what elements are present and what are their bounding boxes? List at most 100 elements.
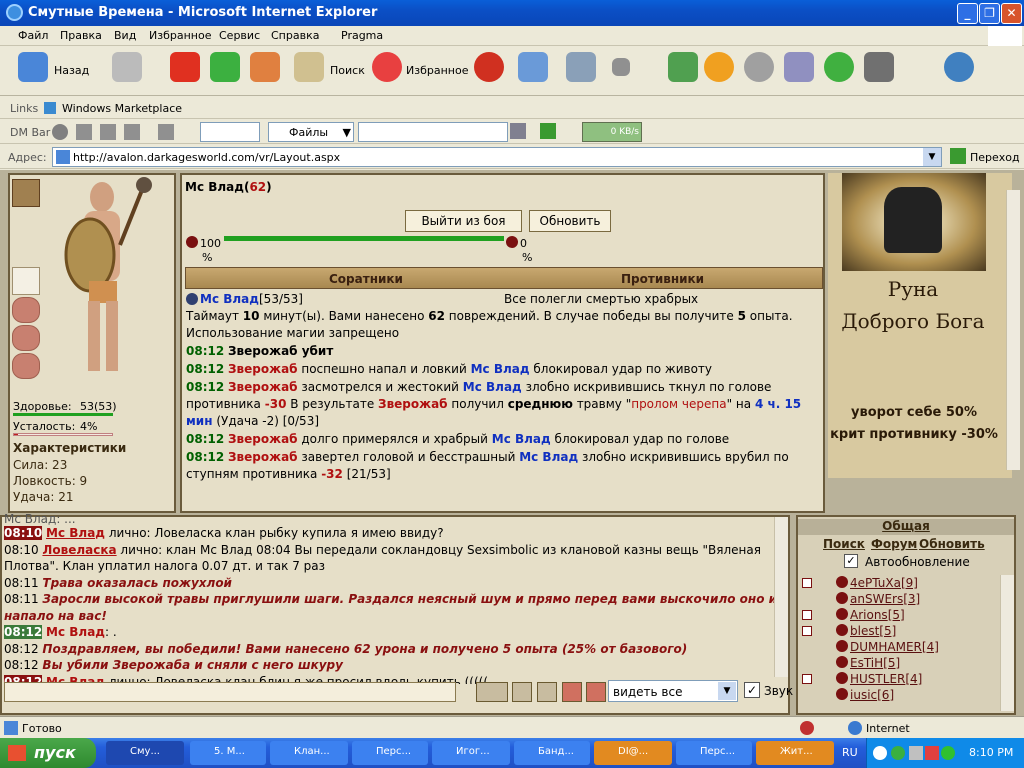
user-name[interactable]: iusic[6] xyxy=(850,688,894,701)
user-name[interactable]: HUSTLER[4] xyxy=(850,672,922,686)
refresh-battle-button[interactable]: Обновить xyxy=(529,210,611,232)
history-button[interactable] xyxy=(474,52,504,88)
chat-author[interactable]: Мс Влад xyxy=(46,526,105,540)
item-slot-3-icon[interactable] xyxy=(12,353,40,379)
maximize-button[interactable]: ❐ xyxy=(979,3,1000,24)
chat-filter-select[interactable]: видеть все ▼ xyxy=(608,680,738,702)
user-name[interactable]: 4ePTuXa[9] xyxy=(850,576,918,590)
user-checkbox[interactable] xyxy=(802,610,812,620)
clan-emblem-icon[interactable] xyxy=(12,179,40,207)
window-icon[interactable] xyxy=(100,124,116,140)
shield-button[interactable] xyxy=(744,52,774,88)
task-item-1[interactable]: Сму... xyxy=(106,741,184,765)
go-arrow-icon[interactable] xyxy=(950,148,966,164)
online-scrollbar[interactable] xyxy=(1000,575,1014,711)
connect-status-box[interactable] xyxy=(200,122,260,142)
globe-icon[interactable] xyxy=(52,124,68,140)
task-item-2[interactable]: 5. M... xyxy=(190,741,266,765)
minimize-button[interactable]: _ xyxy=(957,3,978,24)
send-enter-icon[interactable] xyxy=(476,682,508,702)
icq-button[interactable] xyxy=(824,52,854,88)
private-chat-icon[interactable] xyxy=(586,682,606,702)
clear-chat-icon[interactable] xyxy=(562,682,582,702)
user-name[interactable]: Arions[5] xyxy=(850,608,905,622)
task-item-4[interactable]: Перс... xyxy=(352,741,428,765)
home-small-icon[interactable] xyxy=(124,124,140,140)
chat-author[interactable]: Мс Влад xyxy=(46,625,105,639)
chat-scrollbar[interactable] xyxy=(774,517,788,677)
user-name[interactable]: blest[5] xyxy=(850,624,896,638)
exit-battle-button[interactable]: Выйти из боя xyxy=(405,210,522,232)
stop-button[interactable] xyxy=(170,52,200,88)
dm-search-input[interactable] xyxy=(358,122,508,142)
user-name[interactable]: anSWErs[3] xyxy=(850,592,920,606)
task-item-8[interactable]: Перс... xyxy=(676,741,752,765)
contacts-button[interactable] xyxy=(944,52,974,88)
sound-checkbox[interactable]: ✓ xyxy=(744,682,760,698)
address-input[interactable]: http://avalon.darkagesworld.com/vr/Layou… xyxy=(52,147,942,167)
add-icon[interactable] xyxy=(76,124,92,140)
tab-general[interactable]: Общая xyxy=(798,519,1014,535)
refresh-page-button[interactable] xyxy=(210,52,240,88)
close-button[interactable]: ✕ xyxy=(1001,3,1022,24)
menu-tools[interactable]: Сервис xyxy=(219,29,260,42)
task-item-6[interactable]: Банд... xyxy=(514,741,590,765)
print-button[interactable] xyxy=(566,52,596,88)
menu-edit[interactable]: Правка xyxy=(60,29,102,42)
address-dropdown-icon[interactable]: ▼ xyxy=(923,148,941,166)
files-dropdown[interactable]: Файлы ▼ xyxy=(268,122,354,142)
home-button[interactable] xyxy=(250,52,280,88)
go-button[interactable]: Переход xyxy=(970,151,1020,164)
task-item-3[interactable]: Клан... xyxy=(270,741,348,765)
user-checkbox[interactable] xyxy=(802,578,812,588)
dm-search-icon[interactable] xyxy=(510,123,526,139)
antivirus-tray-icon[interactable] xyxy=(925,746,939,760)
item-slot-2-icon[interactable] xyxy=(12,325,40,351)
ally-name[interactable]: Мс Влад xyxy=(200,292,259,306)
mail-button[interactable] xyxy=(518,52,548,88)
item-slot-1-icon[interactable] xyxy=(12,297,40,323)
link-windows-marketplace[interactable]: Windows Marketplace xyxy=(62,102,182,115)
mail-action-button[interactable] xyxy=(864,52,894,88)
translit-icon[interactable] xyxy=(537,682,557,702)
back-button[interactable]: Назад xyxy=(18,52,89,88)
chat-author[interactable]: Ловеласка xyxy=(42,543,116,557)
chat-input[interactable] xyxy=(4,682,456,702)
user-name[interactable]: EsTiH[5] xyxy=(850,656,900,670)
messenger-button[interactable] xyxy=(668,52,698,88)
user-checkbox[interactable] xyxy=(802,674,812,684)
online-refresh-link[interactable]: Обновить xyxy=(919,537,985,551)
task-item-5[interactable]: Игог... xyxy=(432,741,510,765)
empty-slot[interactable] xyxy=(12,267,40,295)
download-icon[interactable] xyxy=(540,123,556,139)
email-at-button[interactable] xyxy=(704,52,734,88)
favorites-button[interactable]: Избранное xyxy=(372,52,468,88)
user-checkbox[interactable] xyxy=(802,626,812,636)
menu-pragma[interactable]: Pragma xyxy=(341,29,383,42)
task-item-9[interactable]: Жит... xyxy=(756,741,834,765)
popup-blocked-icon[interactable] xyxy=(800,721,814,735)
edit-button[interactable] xyxy=(612,52,630,88)
menu-view[interactable]: Вид xyxy=(114,29,136,42)
rune-scrollbar[interactable] xyxy=(1006,190,1020,470)
online-search-link[interactable]: Поиск xyxy=(823,537,865,551)
forward-button[interactable] xyxy=(112,52,142,88)
search-button[interactable]: Поиск xyxy=(294,52,365,88)
task-item-7[interactable]: DI@... xyxy=(594,741,672,765)
tray-arrow-icon[interactable] xyxy=(873,746,887,760)
menu-file[interactable]: Файл xyxy=(18,29,48,42)
start-button[interactable]: пуск xyxy=(0,738,96,768)
icq-tray-icon[interactable] xyxy=(891,746,905,760)
character-avatar[interactable] xyxy=(44,175,174,400)
auto-refresh-checkbox[interactable]: ✓ xyxy=(844,554,858,568)
app-tray-icon[interactable] xyxy=(941,746,955,760)
menu-favorites[interactable]: Избранное xyxy=(149,29,211,42)
menu-help[interactable]: Справка xyxy=(271,29,319,42)
user-name[interactable]: DUMHAMER[4] xyxy=(850,640,939,654)
network-tray-icon[interactable] xyxy=(909,746,923,760)
research-button[interactable] xyxy=(784,52,814,88)
forum-link[interactable]: Форум xyxy=(871,537,917,551)
language-indicator[interactable]: RU xyxy=(842,746,858,759)
settings-icon[interactable] xyxy=(158,124,174,140)
smiley-icon[interactable] xyxy=(512,682,532,702)
